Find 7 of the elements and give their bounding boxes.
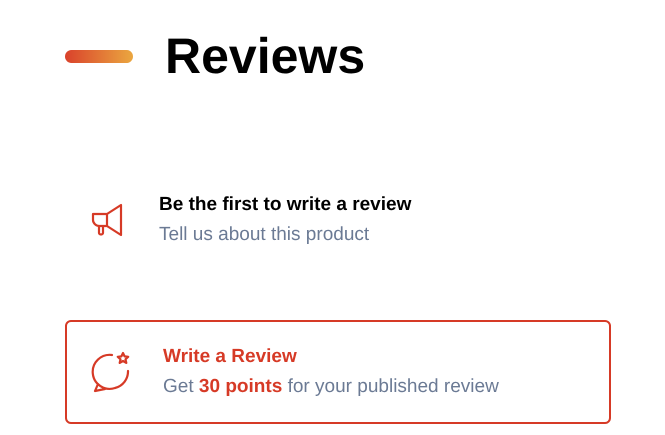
item-subtitle: Tell us about this product [159,224,370,246]
item-title: Write a Review [163,346,298,368]
write-review-card[interactable]: Write a Review Get 30 points for your published review [65,320,611,424]
page-heading: Reviews [165,27,366,85]
accent-bar [65,50,133,62]
item-title: Be the first to write a review [159,194,412,216]
item-subtitle: Get 30 points for your published review [163,376,499,398]
